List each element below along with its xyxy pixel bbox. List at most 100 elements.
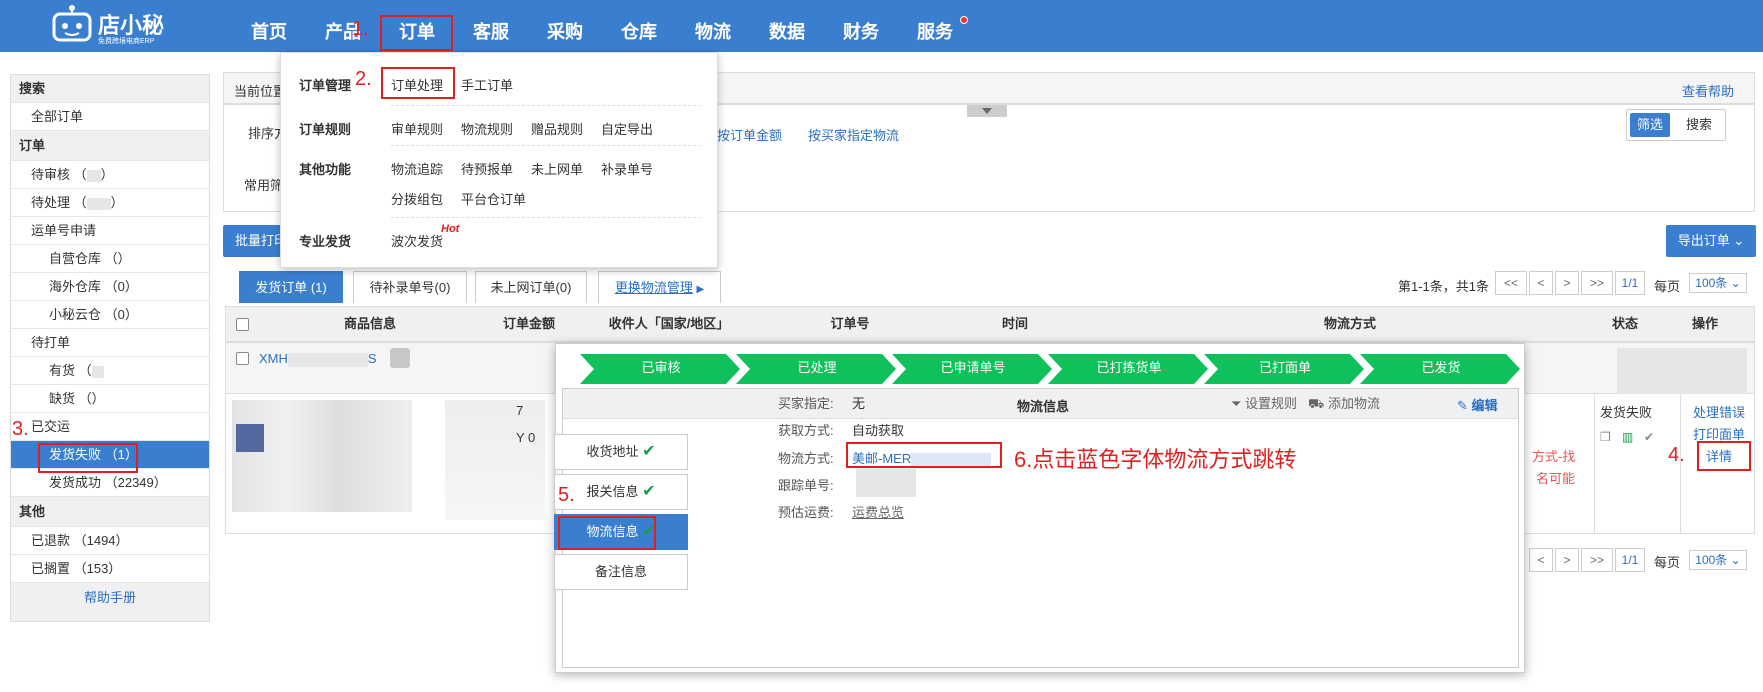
sort-by-amount-link[interactable]: 按订单金额 (717, 125, 782, 144)
dd-item-distribution[interactable]: 分拨组包 (391, 189, 443, 208)
edit-icon: ✎ (1457, 398, 1468, 413)
dd-item-logistics-rules[interactable]: 物流规则 (461, 119, 513, 138)
page-next-button-bottom[interactable]: > (1555, 548, 1579, 572)
sidebar-item-pending-review[interactable]: 待审核 （ ） (11, 161, 209, 189)
status-failed: 发货失败 (1600, 405, 1653, 420)
col-order-no: 订单号 (830, 316, 870, 331)
robot-icon (52, 5, 92, 42)
page-last-button-bottom[interactable]: >> (1581, 548, 1613, 572)
sidebar-item-ship-success[interactable]: 发货成功 （22349） (11, 469, 209, 497)
section-title: 物流信息 (1017, 399, 1070, 414)
sidebar-item-waybill-apply[interactable]: 运单号申请 (11, 217, 209, 245)
nav-purchase[interactable]: 采购 (528, 0, 602, 52)
sidebar-item-shipped[interactable]: 已交运 (11, 413, 209, 441)
page-last-button[interactable]: >> (1581, 271, 1613, 295)
highlight-box-detail (1697, 441, 1751, 471)
tab-ship-orders[interactable]: 发货订单 (1) (239, 271, 343, 303)
nav-logistics[interactable]: 物流 (676, 0, 750, 52)
nav-finance[interactable]: 财务 (824, 0, 898, 52)
nav-home[interactable]: 首页 (232, 0, 306, 52)
filter-button[interactable]: 筛选 (1630, 113, 1670, 137)
left-tab-notes[interactable]: 备注信息 (554, 554, 688, 590)
dd-item-supplement-number[interactable]: 补录单号 (601, 159, 653, 178)
nav-warehouse[interactable]: 仓库 (602, 0, 676, 52)
search-button[interactable]: 搜索 (1679, 113, 1719, 137)
sidebar-item-to-print[interactable]: 待打单 (11, 329, 209, 357)
sort-by-buyer-logistics-link[interactable]: 按买家指定物流 (808, 125, 899, 144)
collapse-toggle[interactable] (967, 105, 1007, 117)
edit-button[interactable]: ✎ 编辑 (1457, 395, 1498, 414)
dd-item-review-rules[interactable]: 审单规则 (391, 119, 443, 138)
select-all-checkbox[interactable] (236, 318, 249, 331)
order-number-link[interactable]: XMH S (259, 351, 377, 367)
dd-item-not-online[interactable]: 未上网单 (531, 159, 583, 178)
tab-pending-tracking[interactable]: 待补录单号(0) (353, 271, 467, 303)
page-first-button[interactable]: << (1495, 271, 1527, 295)
sidebar-item-cloud-warehouse[interactable]: 小秘云仓 （0） (11, 301, 209, 329)
sidebar-item-self-warehouse[interactable]: 自营仓库 （） (11, 245, 209, 273)
dd-item-custom-export[interactable]: 自定导出 (601, 119, 653, 138)
sidebar-item-pending-process[interactable]: 待处理 （ ） (11, 189, 209, 217)
sidebar-head-other: 其他 (11, 497, 209, 527)
sidebar-label-end: ） (100, 167, 114, 182)
nav-data[interactable]: 数据 (750, 0, 824, 52)
dd-item-wave-shipping[interactable]: 波次发货 (391, 231, 443, 250)
dd-item-pre-forecast[interactable]: 待预报单 (461, 159, 513, 178)
page-next-button[interactable]: > (1555, 271, 1579, 295)
add-logistics-button[interactable]: ⛟ 添加物流 (1308, 393, 1380, 414)
set-rule-button[interactable]: ⏷ 设置规则 (1231, 393, 1297, 412)
highlight-box-logistics-tab (558, 516, 656, 550)
dd-item-tracking[interactable]: 物流追踪 (391, 159, 443, 178)
left-tab-address[interactable]: 收货地址 ✔ (554, 434, 688, 470)
col-status: 状态 (1611, 316, 1638, 331)
page-prev-button-bottom[interactable]: < (1529, 548, 1553, 572)
col-recipient: 收件人「国家/地区」 (608, 316, 730, 331)
sidebar-item-refunded[interactable]: 已退款 （1494） (11, 527, 209, 555)
step-label-printed: 已打面单 (1258, 360, 1311, 375)
add-logistics-label: 添加物流 (1327, 396, 1380, 411)
help-manual-link[interactable]: 帮助手册 (11, 583, 209, 621)
freight-label: 预估运费: (778, 505, 834, 520)
view-help-link[interactable]: 查看帮助 (1682, 81, 1734, 100)
col-time: 时间 (1001, 316, 1028, 331)
dd-item-manual-order[interactable]: 手工订单 (461, 75, 513, 94)
dd-head-order-manage: 订单管理 (299, 78, 352, 93)
dd-item-gift-rules[interactable]: 赠品规则 (531, 119, 583, 138)
common-filter-label: 常用筛 (244, 178, 284, 193)
col-product: 商品信息 (343, 316, 396, 331)
sidebar-item-in-stock[interactable]: 有货 （ (11, 357, 209, 385)
page-prev-button[interactable]: < (1529, 271, 1553, 295)
order-dropdown-menu: 订单管理 订单处理 手工订单 2. 订单规则 审单规则 物流规则 赠品规则 自定… (280, 52, 718, 268)
breadcrumb: 当前位置 (234, 84, 287, 99)
sidebar-item-all-orders[interactable]: 全部订单 (11, 103, 209, 131)
freight-overview-link[interactable]: 运费总览 (852, 502, 904, 521)
sidebar-label: 待审核 （ (31, 167, 87, 182)
nav-services[interactable]: 服务 (898, 0, 972, 52)
barcode-icon[interactable]: ▥ (1622, 430, 1633, 444)
dd-head-order-rules: 订单规则 (299, 122, 352, 137)
nav-product[interactable]: 产品 (306, 0, 380, 52)
sidebar-item-out-stock[interactable]: 缺货 （） (11, 385, 209, 413)
export-label: 导出订单 (1677, 233, 1730, 248)
check-icon[interactable]: ✔ (1644, 430, 1654, 444)
sidebar-item-shelved[interactable]: 已搁置 （153） (11, 555, 209, 583)
tab-change-logistics[interactable]: 更换物流管理 ▶ (598, 271, 721, 303)
sidebar-item-overseas-warehouse[interactable]: 海外仓库 （0） (11, 273, 209, 301)
per-page-select-bottom[interactable]: 100条 ⌄ (1689, 550, 1747, 570)
row-checkbox[interactable] (236, 352, 249, 365)
blurred-product-info (445, 400, 545, 520)
product-image-blurred (232, 400, 412, 512)
tab-not-online[interactable]: 未上网订单(0) (475, 271, 587, 303)
tracking-number-label: 跟踪单号: (778, 478, 834, 493)
logistics-method-label: 物流方式: (778, 451, 834, 466)
logo[interactable]: 店小秘 免费跨境电商ERP (50, 4, 180, 48)
handle-error-link[interactable]: 处理错误 (1693, 402, 1745, 421)
dd-divider (391, 145, 701, 146)
nav-service[interactable]: 客服 (454, 0, 528, 52)
copy-icon[interactable]: ❐ (1600, 430, 1611, 444)
export-orders-button[interactable]: 导出订单 ⌄ (1666, 225, 1756, 257)
per-page-label-bottom: 每页 (1654, 555, 1681, 570)
dd-item-platform-warehouse[interactable]: 平台仓订单 (461, 189, 526, 208)
per-page-select[interactable]: 100条 ⌄ (1689, 273, 1747, 293)
dd-divider (391, 105, 701, 106)
